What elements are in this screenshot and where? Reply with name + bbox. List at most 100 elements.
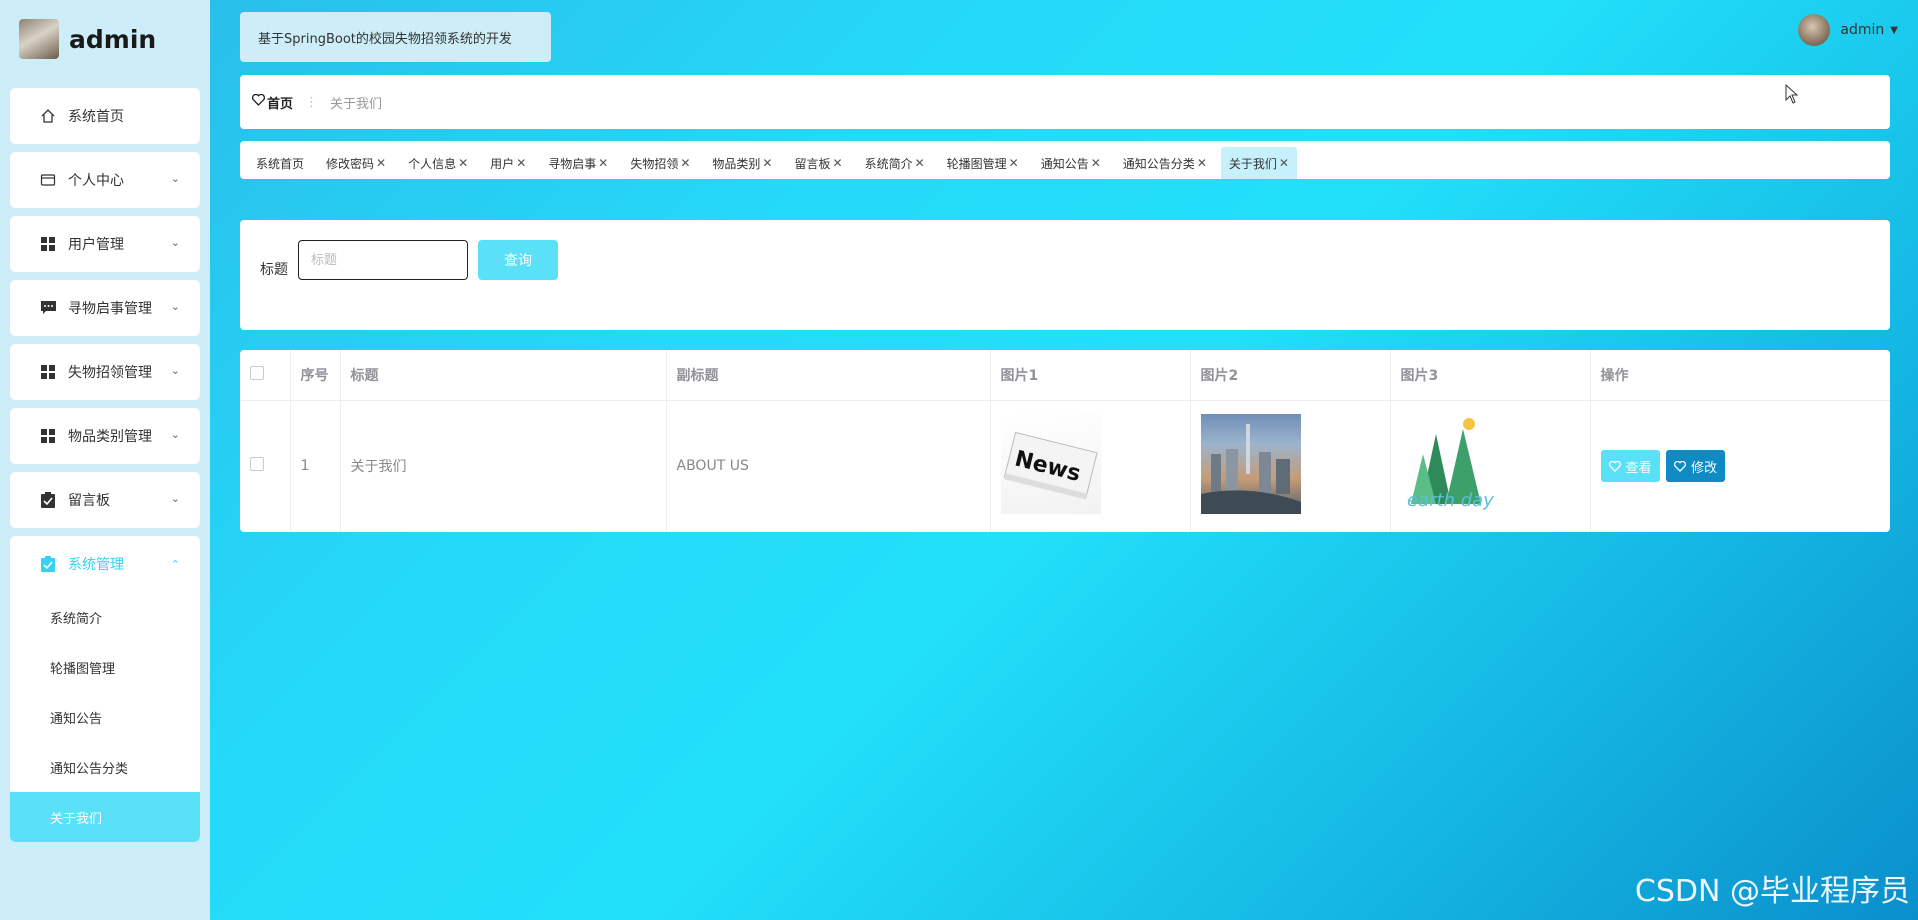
- close-icon[interactable]: ✕: [915, 156, 925, 170]
- tag-about[interactable]: 关于我们 ✕: [1220, 147, 1297, 179]
- tag-intro[interactable]: 系统简介 ✕: [857, 147, 933, 179]
- sidebar-item-categories[interactable]: 物品类别管理 ⌄: [10, 408, 200, 464]
- close-icon[interactable]: ✕: [516, 156, 526, 170]
- breadcrumb-home[interactable]: 首页: [251, 93, 293, 112]
- message-icon: [40, 300, 56, 316]
- edit-button-label: 修改: [1690, 460, 1717, 476]
- sidebar-menu: 系统首页 个人中心 ⌄ 用户管理 ⌄ 寻物启事管理 ⌄ 失物招领管理 ⌄ 物品类…: [0, 78, 210, 842]
- sidebar-subitem-notice-categories[interactable]: 通知公告分类: [10, 742, 200, 792]
- tag-label: 寻物启事: [548, 156, 597, 171]
- grid-icon: [40, 428, 56, 444]
- chevron-down-icon: ⌄: [170, 172, 180, 185]
- svg-text:earth day: earth day: [1407, 490, 1494, 511]
- tag-messages[interactable]: 留言板 ✕: [786, 147, 850, 179]
- heart-icon: [251, 93, 266, 110]
- sidebar: admin 系统首页 个人中心 ⌄ 用户管理 ⌄ 寻物启事管理 ⌄ 失物招领管理…: [0, 0, 210, 920]
- close-icon[interactable]: ✕: [1091, 156, 1101, 170]
- sidebar-item-messages[interactable]: 留言板 ⌄: [10, 472, 200, 528]
- close-icon[interactable]: ✕: [1279, 156, 1289, 170]
- sidebar-item-label: 系统管理: [68, 557, 124, 573]
- edit-button[interactable]: 修改: [1665, 450, 1725, 483]
- chevron-down-icon: ⌄: [170, 300, 180, 313]
- sidebar-item-label: 用户管理: [68, 237, 124, 253]
- sidebar-item-home[interactable]: 系统首页: [10, 88, 200, 144]
- watermark: CSDN @毕业程序员: [1634, 874, 1910, 909]
- sidebar-item-users[interactable]: 用户管理 ⌄: [10, 216, 200, 272]
- tag-carousel[interactable]: 轮播图管理 ✕: [939, 147, 1027, 179]
- clipboard-icon: [40, 492, 56, 508]
- sidebar-subitem-notices[interactable]: 通知公告: [10, 692, 200, 742]
- row-checkbox[interactable]: [250, 457, 264, 472]
- sidebar-item-lost-notice[interactable]: 寻物启事管理 ⌄: [10, 280, 200, 336]
- grid-icon: [40, 364, 56, 380]
- tag-users[interactable]: 用户 ✕: [482, 147, 534, 179]
- news-image[interactable]: News: [1000, 414, 1101, 515]
- heart-icon: [1608, 460, 1621, 472]
- search-input[interactable]: [298, 240, 468, 280]
- tag-label: 系统简介: [864, 156, 913, 171]
- search-button[interactable]: 查询: [478, 240, 558, 280]
- sidebar-item-system-management[interactable]: 系统管理 ⌃: [10, 536, 200, 592]
- column-header: 操作: [1600, 367, 1629, 384]
- sidebar-item-label: 寻物启事管理: [68, 301, 152, 317]
- row-subtitle: ABOUT US: [666, 400, 991, 532]
- tag-label: 个人信息: [408, 156, 457, 171]
- tag-label: 通知公告分类: [1122, 156, 1195, 171]
- sidebar-item-profile[interactable]: 个人中心 ⌄: [10, 152, 200, 208]
- tag-found[interactable]: 失物招领 ✕: [622, 147, 698, 179]
- breadcrumb: 首页 ⋮ 关于我们: [240, 75, 1890, 129]
- tag-notice-categories[interactable]: 通知公告分类 ✕: [1115, 147, 1215, 179]
- tag-home[interactable]: 系统首页: [248, 147, 312, 179]
- view-button[interactable]: 查看: [1600, 450, 1660, 483]
- select-all-checkbox[interactable]: [250, 365, 264, 380]
- row-image3-cell: earth day: [1390, 400, 1591, 532]
- column-header: 图片3: [1390, 350, 1591, 400]
- tag-lost-notice[interactable]: 寻物启事 ✕: [540, 147, 616, 179]
- sidebar-item-label: 系统首页: [68, 109, 124, 125]
- mouse-cursor-icon: [1785, 83, 1799, 108]
- row-image1-cell: News: [990, 400, 1191, 532]
- tag-label: 关于我们: [1228, 156, 1277, 171]
- row-title: 关于我们: [340, 400, 667, 532]
- caret-down-icon: ▼: [1890, 24, 1898, 36]
- chevron-up-icon: ⌃: [170, 558, 180, 571]
- search-label: 标题: [260, 262, 288, 278]
- city-image[interactable]: [1200, 414, 1301, 515]
- tag-categories[interactable]: 物品类别 ✕: [704, 147, 780, 179]
- tag-notices[interactable]: 通知公告 ✕: [1033, 147, 1109, 179]
- home-icon: [40, 108, 56, 124]
- chevron-down-icon: ⌄: [170, 364, 180, 377]
- column-header: 序号: [290, 350, 341, 400]
- close-icon[interactable]: ✕: [376, 156, 386, 170]
- tag-label: 系统首页: [256, 156, 305, 171]
- column-header: 图片1: [990, 350, 1191, 400]
- avatar: [1798, 14, 1831, 46]
- close-icon[interactable]: ✕: [458, 156, 468, 170]
- close-icon[interactable]: ✕: [680, 156, 690, 170]
- close-icon[interactable]: ✕: [1197, 156, 1207, 170]
- close-icon[interactable]: ✕: [762, 156, 772, 170]
- sidebar-subitem-about[interactable]: 关于我们: [10, 792, 200, 842]
- tag-profile[interactable]: 个人信息 ✕: [400, 147, 476, 179]
- close-icon[interactable]: ✕: [1009, 156, 1019, 170]
- sidebar-subitem-carousel[interactable]: 轮播图管理: [10, 642, 200, 692]
- sidebar-item-label: 失物招领管理: [68, 365, 152, 381]
- tag-label: 轮播图管理: [946, 156, 1007, 171]
- sidebar-item-found[interactable]: 失物招领管理 ⌄: [10, 344, 200, 400]
- tag-label: 用户: [490, 156, 515, 171]
- breadcrumb-current: 关于我们: [330, 96, 383, 112]
- brand: admin: [0, 0, 210, 78]
- row-select-cell: [240, 400, 291, 532]
- row-index: 1: [290, 400, 341, 532]
- earth-day-image[interactable]: earth day: [1400, 414, 1501, 515]
- chevron-down-icon: ⌄: [170, 492, 180, 505]
- sidebar-subitem-intro[interactable]: 系统简介: [10, 592, 200, 642]
- tag-password[interactable]: 修改密码 ✕: [318, 147, 394, 179]
- user-menu[interactable]: admin ▼: [1798, 14, 1898, 46]
- tag-label: 物品类别: [712, 156, 761, 171]
- tags-bar: 系统首页 修改密码 ✕ 个人信息 ✕ 用户 ✕ 寻物启事 ✕ 失物招领 ✕ 物品类别 ✕ 留…: [240, 141, 1890, 179]
- search-panel: 标题 查询: [240, 220, 1890, 330]
- row-actions: 查看 修改: [1590, 400, 1890, 532]
- close-icon[interactable]: ✕: [598, 156, 608, 170]
- close-icon[interactable]: ✕: [833, 156, 843, 170]
